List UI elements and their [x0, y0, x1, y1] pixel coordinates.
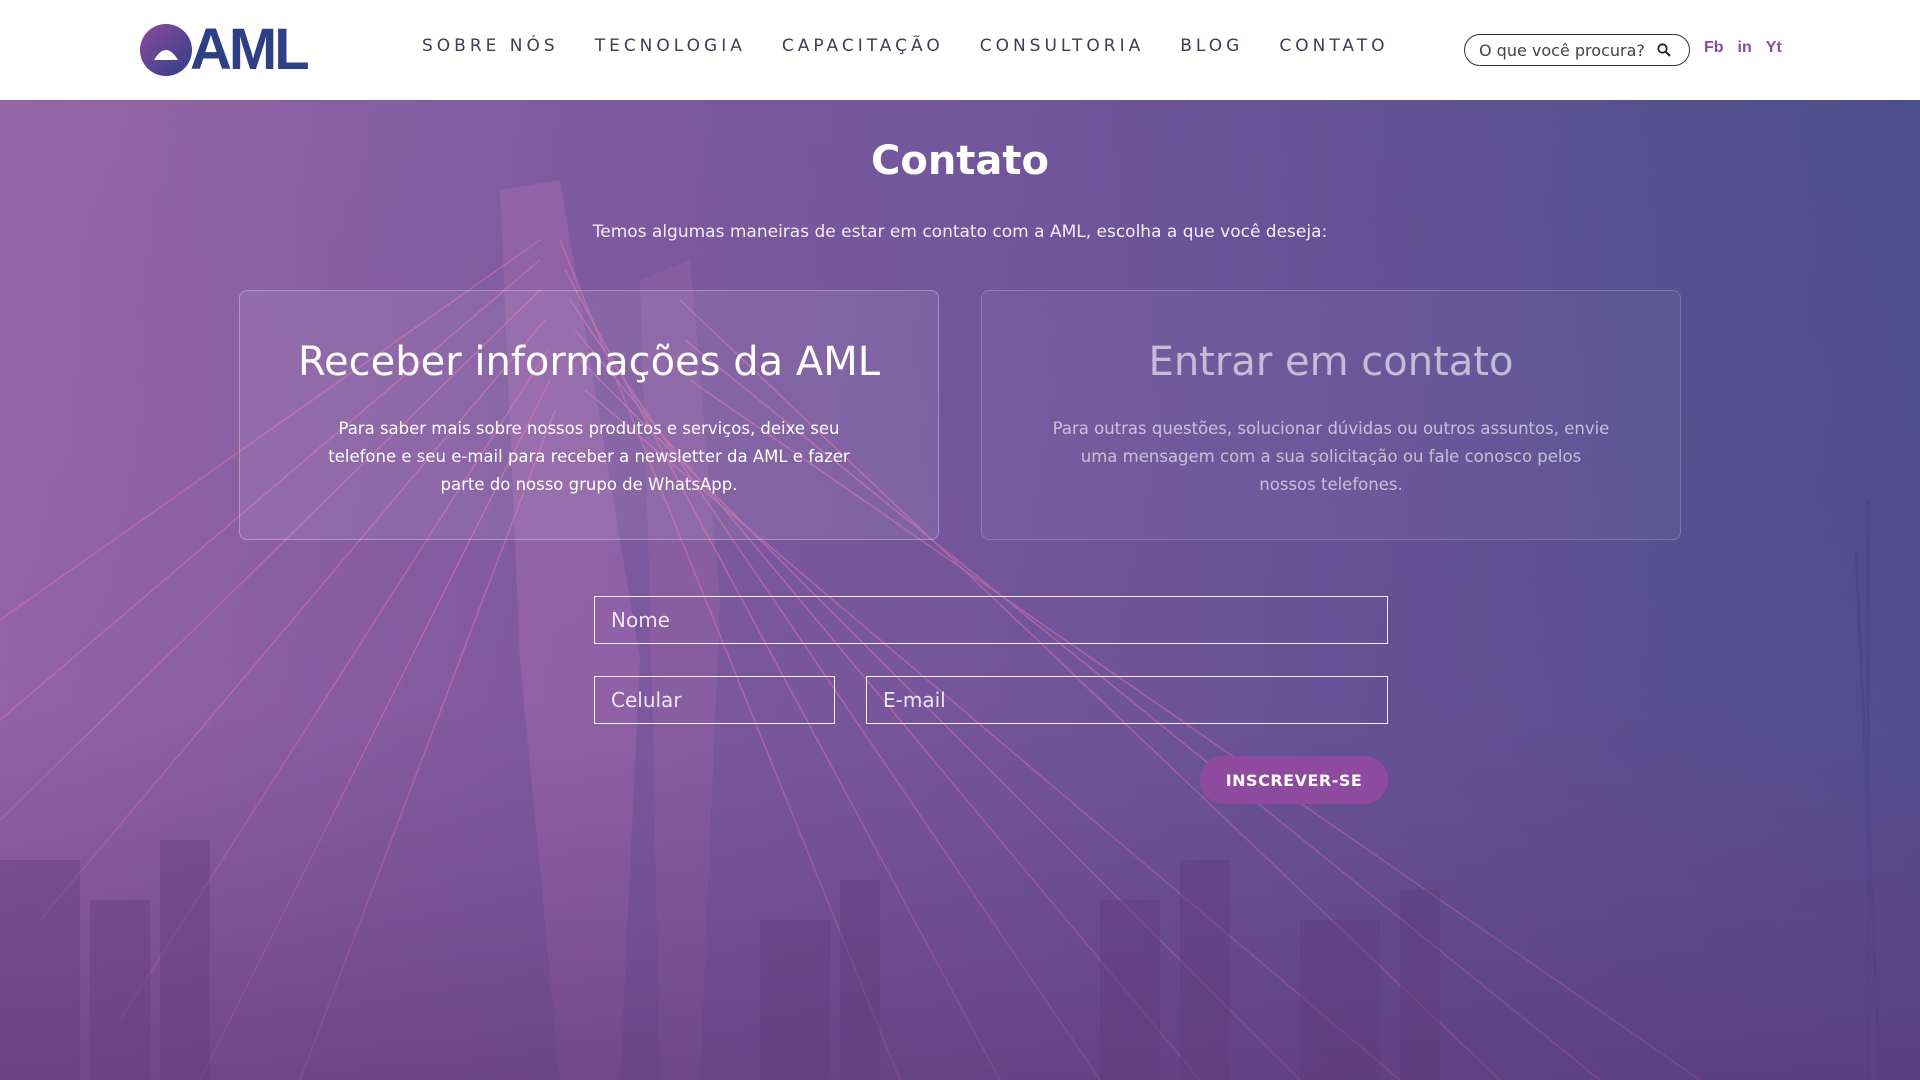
- contact-option-card[interactable]: Entrar em contato Para outras questões, …: [981, 290, 1681, 540]
- social-links: Fb in Yt: [1704, 39, 1782, 57]
- email-input[interactable]: [867, 677, 1387, 723]
- search-input[interactable]: [1479, 40, 1655, 60]
- nav-item-tecnologia[interactable]: TECNOLOGIA: [595, 36, 746, 56]
- logo-wordmark: AML: [190, 17, 310, 82]
- newsletter-option-card[interactable]: Receber informações da AML Para saber ma…: [239, 290, 939, 540]
- page-subtitle: Temos algumas maneiras de estar em conta…: [592, 222, 1328, 242]
- card-title: Receber informações da AML: [297, 339, 880, 385]
- search-icon[interactable]: [1655, 41, 1673, 59]
- logo-mark-icon: [140, 24, 192, 76]
- nav-item-blog[interactable]: BLOG: [1180, 36, 1243, 56]
- nav-item-consultoria[interactable]: CONSULTORIA: [980, 36, 1145, 56]
- phone-input[interactable]: [595, 677, 834, 723]
- card-description: Para outras questões, solucionar dúvidas…: [1052, 419, 1610, 494]
- nav-item-contato[interactable]: CONTATO: [1279, 36, 1388, 56]
- email-field: [866, 676, 1388, 724]
- main-nav: SOBRE NÓS TECNOLOGIA CAPACITAÇÃO CONSULT…: [422, 36, 1424, 56]
- subscribe-button[interactable]: INSCREVER-SE: [1200, 756, 1388, 804]
- card-title: Entrar em contato: [1148, 339, 1514, 385]
- site-header: AML SOBRE NÓS TECNOLOGIA CAPACITAÇÃO CON…: [0, 0, 1920, 100]
- aml-logo[interactable]: AML: [140, 17, 310, 82]
- youtube-link[interactable]: Yt: [1766, 39, 1782, 57]
- nav-item-capacitacao[interactable]: CAPACITAÇÃO: [782, 36, 944, 56]
- nav-item-sobre-nos[interactable]: SOBRE NÓS: [422, 36, 559, 56]
- contact-hero: [0, 100, 1920, 1080]
- card-description: Para saber mais sobre nossos produtos e …: [328, 419, 850, 494]
- facebook-link[interactable]: Fb: [1704, 39, 1724, 57]
- phone-field: [594, 676, 835, 724]
- hero-overlay: [0, 100, 1920, 1080]
- linkedin-link[interactable]: in: [1738, 39, 1752, 57]
- name-input[interactable]: [595, 597, 1387, 643]
- page-title: Contato: [870, 138, 1050, 184]
- name-field: [594, 596, 1388, 644]
- search-box: [1464, 34, 1690, 66]
